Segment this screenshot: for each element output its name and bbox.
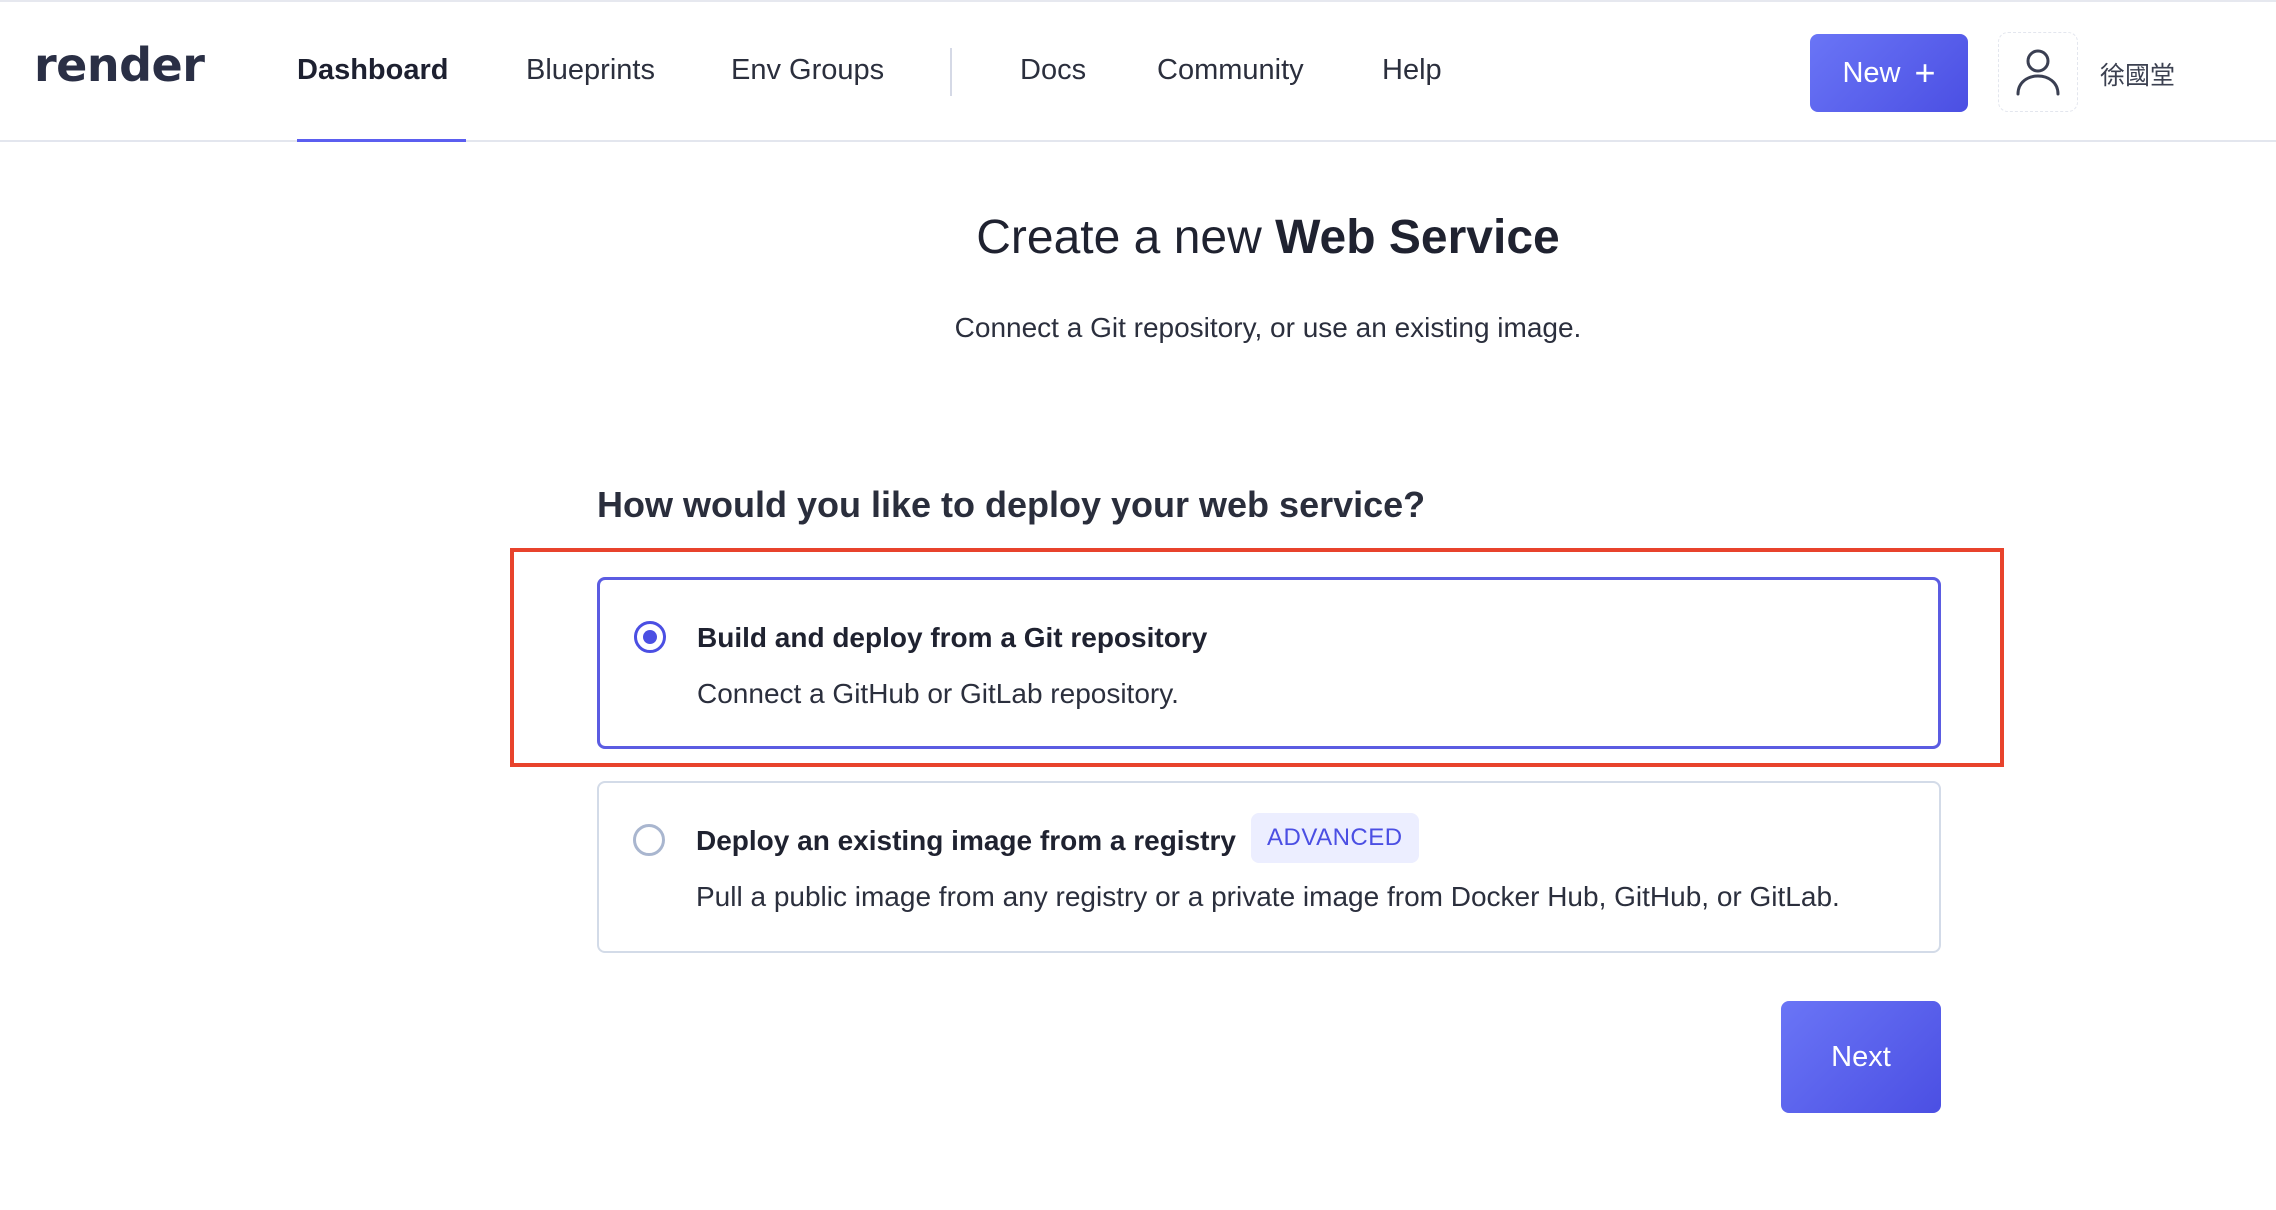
option-git-repository[interactable]: Build and deploy from a Git repository C… bbox=[597, 577, 1941, 749]
username[interactable]: 徐國堂 bbox=[2100, 56, 2175, 92]
nav-env-groups[interactable]: Env Groups bbox=[731, 54, 884, 87]
page-title-prefix: Create a new bbox=[976, 211, 1262, 264]
option-title: Deploy an existing image from a registry bbox=[696, 825, 1236, 856]
render-logo[interactable]: render bbox=[34, 38, 205, 92]
nav-help[interactable]: Help bbox=[1382, 54, 1442, 87]
nav-community[interactable]: Community bbox=[1157, 54, 1304, 87]
nav-dashboard[interactable]: Dashboard bbox=[297, 54, 448, 87]
option-description: Pull a public image from any registry or… bbox=[696, 881, 1840, 912]
plus-icon: + bbox=[1914, 52, 1936, 93]
option-description: Connect a GitHub or GitLab repository. bbox=[697, 678, 1179, 709]
advanced-badge: ADVANCED bbox=[1251, 813, 1419, 863]
nav-divider bbox=[950, 48, 952, 96]
new-button[interactable]: New + bbox=[1810, 34, 1968, 112]
active-tab-underline bbox=[297, 139, 466, 142]
page-title: Create a new Web Service bbox=[0, 210, 2276, 265]
page-title-bold: Web Service bbox=[1275, 211, 1560, 264]
radio-existing-image[interactable] bbox=[633, 824, 665, 856]
nav-docs[interactable]: Docs bbox=[1020, 54, 1086, 87]
page-subtitle: Connect a Git repository, or use an exis… bbox=[954, 312, 1582, 343]
option-existing-image[interactable]: Deploy an existing image from a registry… bbox=[597, 781, 1941, 953]
nav-blueprints[interactable]: Blueprints bbox=[526, 54, 655, 87]
new-button-label: New bbox=[1842, 56, 1901, 89]
user-icon bbox=[2016, 49, 2060, 96]
next-button[interactable]: Next bbox=[1781, 1001, 1941, 1113]
option-title: Build and deploy from a Git repository bbox=[697, 622, 1208, 653]
deploy-question: How would you like to deploy your web se… bbox=[597, 484, 1426, 525]
avatar[interactable] bbox=[1998, 32, 2078, 112]
top-navbar: render Dashboard Blueprints Env Groups D… bbox=[0, 0, 2276, 142]
radio-git-repository[interactable] bbox=[634, 621, 666, 653]
